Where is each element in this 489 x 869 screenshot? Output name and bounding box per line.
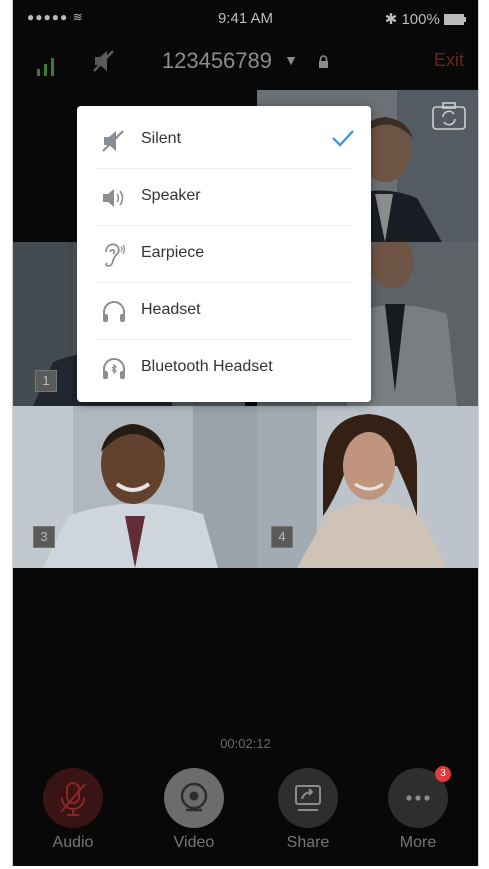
screen-share-icon — [295, 785, 321, 811]
notification-badge: 3 — [435, 766, 451, 782]
video-tile[interactable]: 3 — [13, 406, 257, 568]
lock-icon — [319, 55, 329, 68]
meeting-toolbar: Audio Video Share 3 More — [13, 766, 478, 866]
tile-number: 3 — [33, 526, 55, 548]
video-button-circle — [164, 768, 224, 828]
video-button[interactable]: Video — [144, 768, 244, 852]
webcam-icon — [180, 782, 208, 812]
share-label: Share — [286, 834, 330, 851]
meeting-id-selector[interactable]: 123456789 ▼ — [13, 48, 478, 74]
more-button-circle: 3 — [388, 766, 451, 828]
chevron-down-icon: ▼ — [284, 52, 298, 68]
exit-button[interactable]: Exit — [434, 50, 464, 71]
bluetooth-headphones-icon — [103, 358, 125, 379]
video-label: Video — [173, 834, 215, 851]
tile-number: 4 — [271, 526, 293, 548]
meeting-screen: ●●●●● ≋ 9:41 AM ✱ 100% 123456789 ▼ Exit … — [12, 0, 479, 866]
share-button-circle — [278, 768, 338, 828]
menu-item-speaker[interactable]: Speaker — [77, 169, 371, 226]
audio-label: Audio — [52, 834, 94, 851]
meeting-id: 123456789 — [161, 48, 272, 73]
video-tile[interactable]: 4 — [257, 406, 478, 568]
menu-item-headset[interactable]: Headset — [77, 283, 371, 340]
audio-button[interactable]: Audio — [23, 768, 123, 852]
speaker-icon — [103, 189, 124, 207]
menu-item-bluetooth-headset[interactable]: Bluetooth Headset — [77, 340, 371, 397]
call-duration: 00:02:12 — [220, 736, 271, 751]
audio-button-circle — [43, 768, 103, 828]
menu-item-silent[interactable]: Silent — [77, 112, 371, 169]
ear-icon — [105, 243, 126, 267]
checkmark-icon — [332, 130, 354, 147]
meeting-header: 123456789 ▼ Exit — [13, 40, 478, 84]
headphones-icon — [103, 301, 125, 322]
battery-icon — [444, 14, 466, 25]
audio-output-menu: Silent Speaker Earpiece Headset Bluetoot… — [77, 106, 371, 402]
battery-label: ✱ 100% — [384, 11, 440, 28]
more-button[interactable]: 3 More — [368, 766, 468, 852]
battery-indicator: ✱ 100% — [385, 10, 466, 28]
menu-item-label: Speaker — [141, 187, 201, 204]
menu-item-label: Bluetooth Headset — [141, 358, 273, 375]
speaker-muted-icon — [102, 130, 124, 152]
menu-item-earpiece[interactable]: Earpiece — [77, 226, 371, 283]
microphone-muted-icon — [60, 782, 86, 816]
menu-item-label: Earpiece — [141, 244, 205, 261]
more-label: More — [399, 834, 437, 851]
camera-switch-icon[interactable] — [432, 102, 466, 130]
tile-number: 1 — [35, 370, 57, 392]
menu-item-label: Headset — [141, 301, 201, 318]
share-button[interactable]: Share — [258, 768, 358, 852]
menu-item-label: Silent — [141, 130, 182, 147]
status-bar: ●●●●● ≋ 9:41 AM ✱ 100% — [13, 0, 478, 40]
